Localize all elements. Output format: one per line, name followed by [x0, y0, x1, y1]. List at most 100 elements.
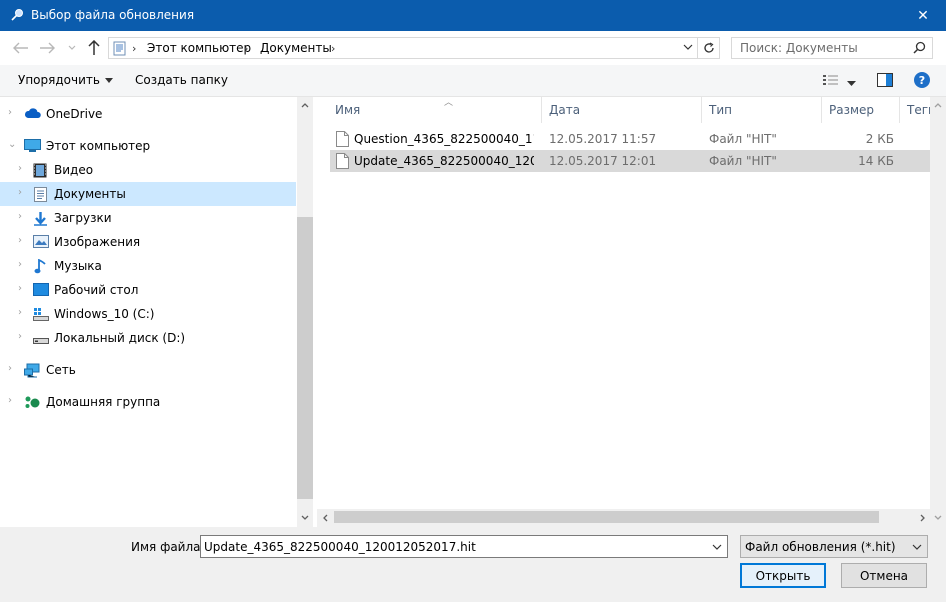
sidebar-item-onedrive[interactable]: › OneDrive: [0, 102, 296, 126]
filename-input[interactable]: Update_4365_822500040_120012052017.hit: [200, 535, 728, 558]
sidebar-item-label: Видео: [54, 163, 94, 177]
close-button[interactable]: ✕: [900, 0, 946, 31]
search-input[interactable]: Поиск: Документы: [731, 37, 933, 59]
breadcrumb-separator-icon: ›: [331, 42, 336, 55]
address-row: › Этот компьютер › Документы › Поиск: До…: [0, 31, 946, 65]
filename-history-button[interactable]: [712, 541, 722, 555]
window-title: Выбор файла обновления: [31, 8, 195, 22]
documents-location-icon: [113, 41, 126, 56]
file-list-pane: ︿ Имя Дата Тип Размер Теги Question_4365…: [313, 97, 946, 527]
network-icon: [24, 363, 40, 378]
file-list-vertical-scrollbar[interactable]: [930, 97, 946, 527]
expand-icon[interactable]: ›: [8, 108, 18, 118]
view-options-button[interactable]: [847, 76, 856, 90]
expand-icon[interactable]: ›: [18, 308, 28, 318]
sidebar-item-label: Рабочий стол: [54, 283, 139, 297]
up-button[interactable]: [85, 39, 103, 57]
breadcrumb-this-pc[interactable]: Этот компьютер: [147, 41, 251, 55]
file-row[interactable]: Question_4365_822500040_1155... 12.05.20…: [330, 128, 932, 150]
new-folder-button[interactable]: Создать папку: [135, 73, 228, 87]
column-header-size[interactable]: Размер: [822, 97, 900, 123]
sidebar-item-label: Изображения: [54, 235, 141, 249]
sidebar-item-drive-c[interactable]: › Windows_10 (C:): [0, 302, 296, 326]
cancel-button-label: Отмена: [859, 568, 909, 583]
scroll-left-icon[interactable]: [317, 510, 333, 526]
scroll-down-icon[interactable]: [297, 509, 313, 525]
svg-text:?: ?: [919, 74, 925, 87]
sidebar-item-label: Windows_10 (C:): [54, 307, 155, 321]
scrollbar-thumb[interactable]: [297, 217, 313, 499]
sidebar-item-desktop[interactable]: › Рабочий стол: [0, 278, 296, 302]
cloud-icon: [24, 107, 41, 122]
chevron-down-icon: [683, 44, 693, 50]
drive-icon: [33, 331, 49, 346]
help-button[interactable]: ?: [914, 72, 930, 91]
expand-icon[interactable]: ›: [18, 164, 28, 174]
file-icon: [336, 153, 349, 169]
file-date: 12.05.2017 12:01: [549, 154, 657, 168]
sidebar-item-video[interactable]: › Видео: [0, 158, 296, 182]
expand-icon[interactable]: ›: [18, 284, 28, 294]
music-icon: [34, 258, 50, 274]
title-bar: Выбор файла обновления ✕: [0, 0, 946, 31]
scroll-up-icon[interactable]: [930, 97, 946, 113]
file-type-filter-value: Файл обновления (*.hit): [745, 540, 896, 554]
change-view-button[interactable]: [822, 73, 840, 90]
sidebar-item-drive-d[interactable]: › Локальный диск (D:): [0, 326, 296, 350]
organize-button[interactable]: Упорядочить: [18, 73, 113, 87]
collapse-icon[interactable]: ⌄: [8, 140, 18, 150]
sidebar-item-label: Документы: [54, 187, 126, 201]
scroll-right-icon[interactable]: [914, 510, 930, 526]
file-date: 12.05.2017 11:57: [549, 132, 657, 146]
homegroup-icon: [24, 395, 40, 410]
details-view-icon: [823, 75, 838, 85]
file-size: 14 КБ: [858, 154, 894, 168]
open-button[interactable]: Открыть: [740, 563, 826, 588]
file-type: Файл "HIT": [709, 154, 777, 168]
cancel-button[interactable]: Отмена: [841, 563, 927, 588]
breadcrumb-separator-icon: ›: [244, 42, 249, 55]
sidebar-item-music[interactable]: › Музыка: [0, 254, 296, 278]
scrollbar-thumb[interactable]: [334, 511, 879, 523]
key-icon: [10, 8, 24, 22]
expand-icon[interactable]: ›: [18, 260, 28, 270]
sidebar-item-this-pc[interactable]: ⌄ Этот компьютер: [0, 134, 296, 158]
expand-icon[interactable]: ›: [18, 188, 28, 198]
address-bar[interactable]: › Этот компьютер › Документы ›: [108, 37, 698, 59]
sidebar-item-downloads[interactable]: › Загрузки: [0, 206, 296, 230]
preview-pane-button[interactable]: [877, 73, 893, 90]
scroll-down-icon[interactable]: [930, 509, 946, 525]
navigation-scrollbar[interactable]: [297, 97, 313, 527]
file-type-filter-select[interactable]: Файл обновления (*.hit): [740, 535, 928, 558]
column-header-name[interactable]: ︿ Имя: [328, 97, 542, 123]
chevron-down-icon: [912, 541, 922, 555]
expand-icon[interactable]: ›: [8, 364, 18, 374]
scroll-up-icon[interactable]: [297, 97, 313, 113]
sidebar-item-network[interactable]: › Сеть: [0, 358, 296, 382]
sidebar-item-documents[interactable]: › Документы: [0, 182, 296, 206]
back-button[interactable]: [12, 39, 30, 57]
sidebar-item-label: Музыка: [54, 259, 102, 273]
sidebar-item-pictures[interactable]: › Изображения: [0, 230, 296, 254]
forward-button[interactable]: [38, 39, 56, 57]
desktop-icon: [33, 283, 49, 298]
file-name: Update_4365_822500040_120012...: [354, 154, 534, 168]
dropdown-arrow-icon: [847, 81, 856, 86]
expand-icon[interactable]: ›: [18, 212, 28, 222]
expand-icon[interactable]: ›: [18, 332, 28, 342]
file-list-horizontal-scrollbar[interactable]: [317, 509, 930, 527]
refresh-button[interactable]: [698, 37, 720, 59]
sidebar-item-label: Загрузки: [54, 211, 112, 225]
organize-label: Упорядочить: [18, 73, 100, 87]
expand-icon[interactable]: ›: [18, 236, 28, 246]
column-header-tags[interactable]: Теги: [900, 97, 930, 123]
breadcrumb-documents[interactable]: Документы: [260, 41, 332, 55]
address-dropdown-button[interactable]: [683, 41, 693, 55]
search-icon[interactable]: [913, 41, 926, 57]
sidebar-item-homegroup[interactable]: › Домашняя группа: [0, 390, 296, 414]
column-header-date[interactable]: Дата: [542, 97, 702, 123]
column-header-type[interactable]: Тип: [702, 97, 822, 123]
recent-locations-button[interactable]: [63, 39, 81, 57]
expand-icon[interactable]: ›: [8, 396, 18, 406]
file-row-selected[interactable]: Update_4365_822500040_120012... 12.05.20…: [330, 150, 932, 172]
